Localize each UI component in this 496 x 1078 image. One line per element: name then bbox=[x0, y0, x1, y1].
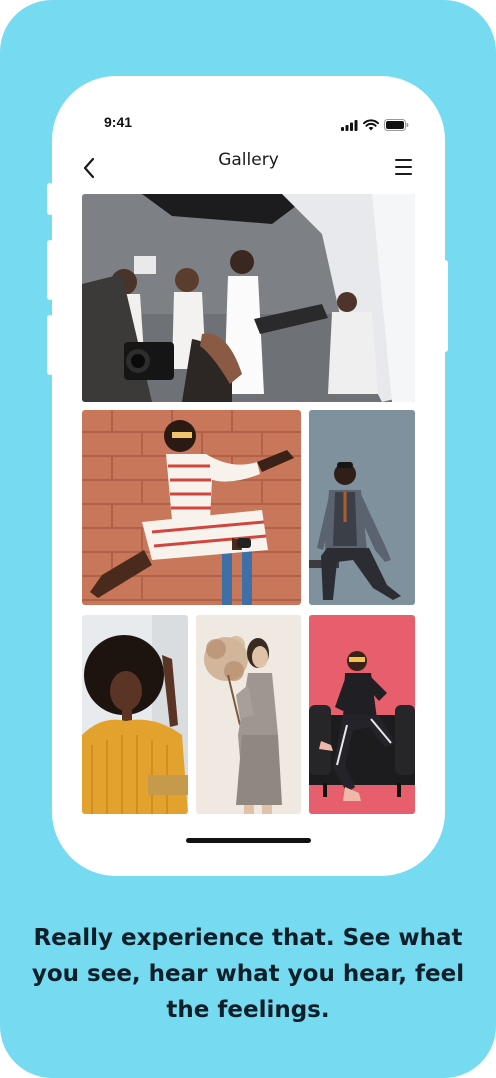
wifi-icon bbox=[363, 116, 379, 135]
woman-on-black-sofa-photo[interactable] bbox=[309, 615, 415, 814]
woman-afro-yellow-sweater-photo[interactable] bbox=[82, 615, 188, 814]
studio-photoshoot-photo[interactable] bbox=[82, 194, 415, 402]
status-bar: 9:41 bbox=[52, 76, 445, 146]
cellular-signal-icon bbox=[341, 116, 358, 135]
status-time: 9:41 bbox=[104, 114, 133, 130]
status-icons bbox=[341, 116, 409, 135]
striped-dress-brick-wall-photo[interactable] bbox=[82, 410, 301, 605]
man-in-vest-photo[interactable] bbox=[309, 410, 415, 605]
tagline-text: Really experience that. See what you see… bbox=[31, 925, 465, 1023]
navigation-bar: Gallery bbox=[52, 146, 445, 190]
home-indicator bbox=[186, 838, 311, 843]
hamburger-menu-icon[interactable] bbox=[393, 156, 415, 178]
photo-gallery bbox=[82, 194, 415, 814]
woman-with-dried-flowers-photo[interactable] bbox=[196, 615, 301, 814]
promo-card: 9:41 Gallery Really experience that. See… bbox=[0, 0, 496, 1078]
phone-frame: 9:41 Gallery bbox=[52, 76, 445, 876]
battery-icon bbox=[384, 116, 409, 135]
page-title: Gallery bbox=[218, 150, 279, 170]
